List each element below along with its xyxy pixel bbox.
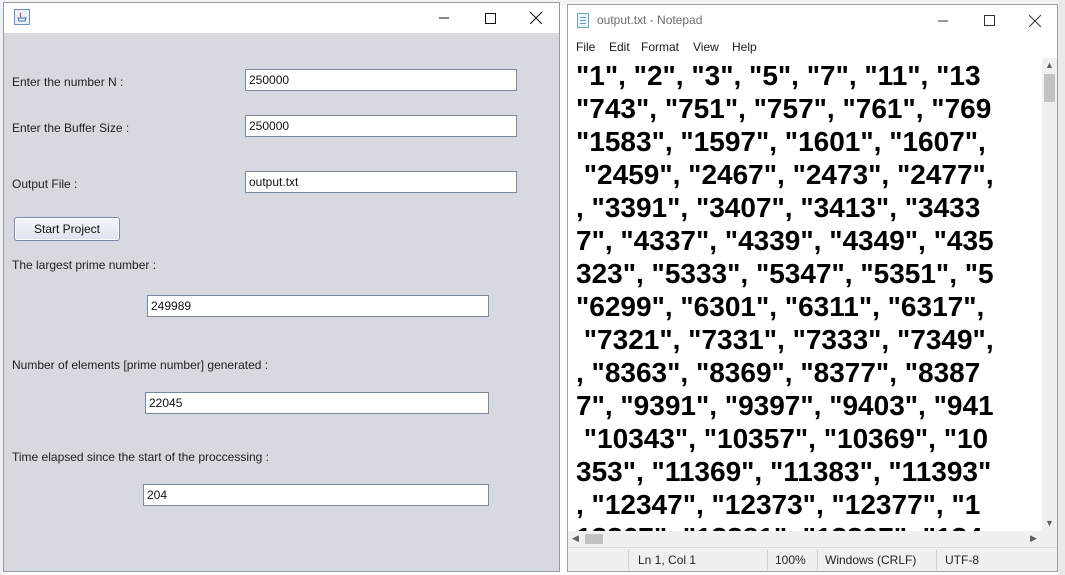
text-line: , "12347", "12373", "12377", "1 [576, 489, 981, 520]
menu-file[interactable]: File [576, 40, 595, 54]
text-line: 7", "9391", "9397", "9403", "941 [576, 390, 994, 421]
java-app-icon [14, 9, 30, 25]
vertical-scrollbar[interactable]: ▲ ▼ [1042, 58, 1057, 531]
text-line: "10343", "10357", "10369", "10 [576, 423, 989, 454]
java-close-button[interactable] [513, 3, 559, 33]
maximize-icon [484, 12, 496, 24]
output-file-label: Output File : [12, 177, 78, 191]
text-line: 7", "4337", "4339", "4349", "435 [576, 225, 994, 256]
status-divider [767, 550, 768, 570]
scroll-down-icon[interactable]: ▼ [1045, 519, 1054, 528]
notepad-close-button[interactable] [1012, 5, 1058, 36]
largest-prime-field[interactable]: 249989 [147, 295, 489, 317]
notepad-title: output.txt - Notepad [597, 13, 703, 27]
text-line: "7321", "7331", "7333", "7349", [576, 324, 994, 355]
scroll-left-icon[interactable]: ◀ [572, 534, 579, 543]
buffer-size-input[interactable]: 250000 [245, 115, 517, 137]
horizontal-scroll-thumb[interactable] [585, 534, 603, 544]
java-content-panel: Enter the number N : 250000 Enter the Bu… [4, 33, 559, 571]
text-line: "2459", "2467", "2473", "2477", [576, 159, 994, 190]
notepad-window: output.txt - Notepad File Edit Format Vi… [567, 4, 1058, 572]
status-line-ending: Windows (CRLF) [825, 553, 917, 567]
text-line: "6299", "6301", "6311", "6317", [576, 291, 985, 322]
start-project-button[interactable]: Start Project [14, 217, 120, 241]
minimize-icon [439, 17, 449, 19]
java-maximize-button[interactable] [467, 3, 513, 33]
menu-format[interactable]: Format [641, 40, 679, 54]
status-divider [628, 550, 629, 570]
scroll-right-icon[interactable]: ▶ [1030, 534, 1037, 543]
notepad-status-bar: Ln 1, Col 1 100% Windows (CRLF) UTF-8 [568, 547, 1057, 571]
status-zoom: 100% [775, 553, 806, 567]
maximize-icon [983, 15, 995, 26]
buffer-size-label: Enter the Buffer Size : [12, 121, 130, 135]
text-line: "743", "751", "757", "761", "769 [576, 93, 992, 124]
largest-prime-label: The largest prime number : [12, 258, 157, 272]
prime-count-label: Number of elements [prime number] genera… [12, 358, 269, 372]
prime-count-field[interactable]: 22045 [145, 392, 489, 414]
n-label: Enter the number N : [12, 75, 124, 89]
menu-edit[interactable]: Edit [609, 40, 630, 54]
text-line: 13367", "13381", "13397", "134 [576, 521, 983, 531]
text-line: 353", "11369", "11383", "11393" [576, 456, 992, 487]
notepad-text-area[interactable]: "1", "2", "3", "5", "7", "11", "13 "743"… [568, 58, 1042, 531]
notepad-title-bar[interactable]: output.txt - Notepad [568, 5, 1057, 36]
scrollbar-corner [1042, 531, 1057, 547]
output-file-input[interactable]: output.txt [245, 171, 517, 193]
menu-view[interactable]: View [693, 40, 719, 54]
close-icon [1029, 14, 1041, 27]
text-line: , "8363", "8369", "8377", "8387 [576, 357, 981, 388]
time-elapsed-field[interactable]: 204 [143, 484, 489, 506]
time-elapsed-label: Time elapsed since the start of the proc… [12, 450, 270, 464]
minimize-icon [938, 20, 948, 21]
desktop-right-edge [1058, 0, 1065, 575]
status-divider [817, 550, 818, 570]
n-input[interactable]: 250000 [245, 69, 517, 91]
status-position: Ln 1, Col 1 [638, 553, 697, 567]
java-app-window: Enter the number N : 250000 Enter the Bu… [3, 2, 560, 572]
menu-help[interactable]: Help [732, 40, 757, 54]
status-encoding: UTF-8 [945, 553, 979, 567]
notepad-minimize-button[interactable] [920, 5, 966, 36]
notepad-app-icon [577, 13, 589, 28]
vertical-scroll-thumb[interactable] [1044, 74, 1055, 102]
java-minimize-button[interactable] [421, 3, 467, 33]
text-line: 323", "5333", "5347", "5351", "5 [576, 258, 994, 289]
text-line: , "3391", "3407", "3413", "3433 [576, 192, 981, 223]
close-icon [530, 12, 542, 24]
text-line: "1583", "1597", "1601", "1607", [576, 126, 986, 157]
text-line: "1", "2", "3", "5", "7", "11", "13 [576, 60, 981, 91]
notepad-maximize-button[interactable] [966, 5, 1012, 36]
status-divider [936, 550, 937, 570]
scroll-up-icon[interactable]: ▲ [1045, 61, 1054, 70]
horizontal-scrollbar[interactable]: ◀ ▶ [568, 531, 1042, 547]
notepad-menu-bar: File Edit Format View Help [568, 36, 1057, 58]
java-title-bar[interactable] [4, 3, 559, 33]
